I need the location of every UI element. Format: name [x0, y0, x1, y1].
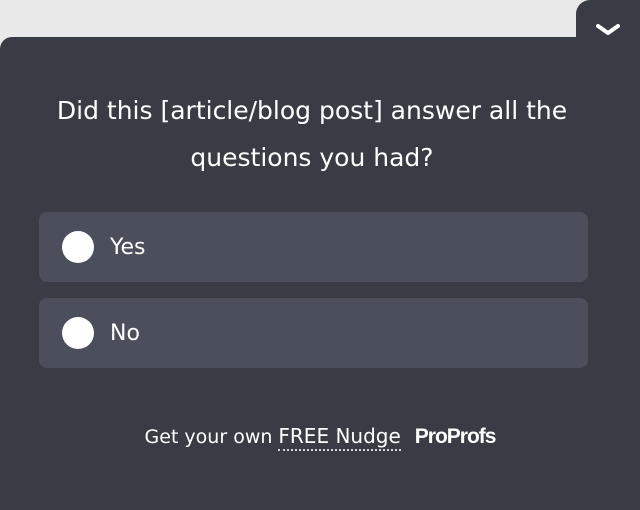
footer-text: Get your own — [144, 426, 273, 448]
nudge-widget: Did this [article/blog post] answer all … — [0, 0, 640, 510]
collapse-button[interactable] — [576, 0, 640, 60]
proprofs-logo[interactable]: ProProfs — [415, 425, 497, 449]
radio-button-no[interactable] — [62, 317, 94, 349]
option-no[interactable]: No — [39, 298, 588, 368]
option-label-no: No — [110, 320, 140, 346]
free-nudge-link[interactable]: FREE Nudge — [278, 424, 401, 451]
survey-question: Did this [article/blog post] answer all … — [56, 96, 568, 172]
chevron-down-icon — [595, 22, 621, 38]
radio-button-yes[interactable] — [62, 231, 94, 263]
footer: Get your own FREE Nudge ProProfs — [0, 419, 640, 455]
option-yes[interactable]: Yes — [39, 212, 588, 282]
option-label-yes: Yes — [110, 234, 146, 260]
